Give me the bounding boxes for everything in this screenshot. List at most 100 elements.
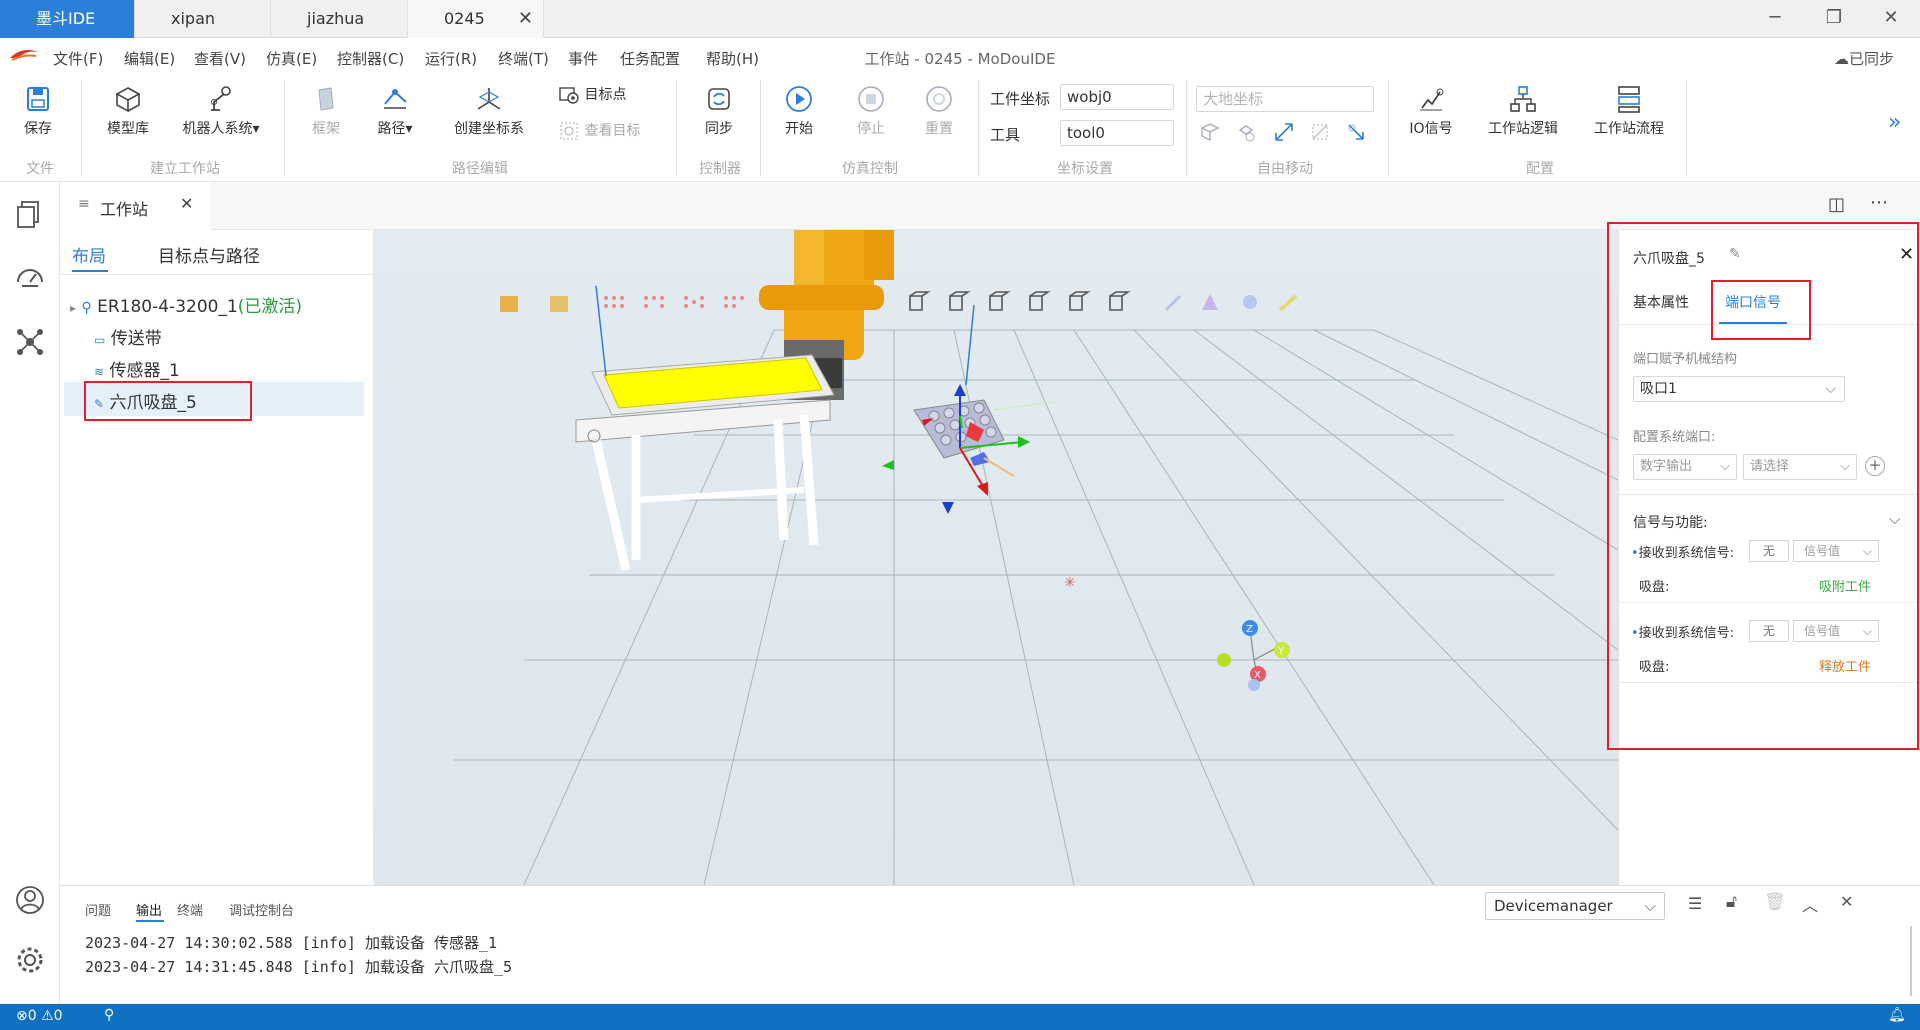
tab-terminal[interactable]: 终端	[177, 900, 203, 919]
plug-icon[interactable]: ⚲	[104, 1007, 114, 1023]
linear-move-icon[interactable]	[1308, 120, 1332, 144]
menu-edit[interactable]: 编辑(E)	[124, 48, 175, 69]
tab-debug-console[interactable]: 调试控制台	[229, 900, 294, 919]
sphere-icon[interactable]	[1243, 295, 1257, 309]
shaded-cube-icon[interactable]	[500, 296, 518, 312]
orientation-gizmo[interactable]: Z Y X	[1217, 620, 1290, 691]
bell-icon[interactable]: 🔔︎	[1888, 1007, 1906, 1023]
group-label-path-edit: 路径编辑	[452, 161, 508, 177]
ground-coordinate-select[interactable]: 大地坐标	[1196, 86, 1374, 112]
target-point-button[interactable]: 目标点	[558, 84, 642, 106]
view-back-icon[interactable]	[949, 291, 971, 311]
measure-icon[interactable]	[1164, 294, 1182, 312]
tab-close-icon[interactable]: ✕	[518, 0, 533, 38]
tree-item-sensor[interactable]: ≋ 传感器_1	[94, 356, 180, 381]
stop-button[interactable]: 停止	[850, 84, 892, 138]
more-options-icon[interactable]: ⋯	[1870, 192, 1888, 213]
menu-view[interactable]: 查看(V)	[194, 48, 246, 69]
panel-close-icon[interactable]: ✕	[180, 194, 193, 213]
solid-cube-icon[interactable]	[550, 296, 568, 312]
workobject-field[interactable]: wobj0	[1060, 84, 1174, 110]
menu-event[interactable]: 事件	[568, 48, 598, 69]
station-flow-button[interactable]: 工作站流程	[1588, 84, 1670, 138]
view-right-icon[interactable]	[1029, 291, 1051, 311]
io-signal-button[interactable]: IO信号	[1404, 84, 1458, 138]
points-icon[interactable]	[604, 296, 624, 308]
robot-system-button[interactable]: 机器人系统▾	[175, 84, 267, 138]
pen-icon[interactable]	[1278, 294, 1298, 312]
menu-help[interactable]: 帮助(H)	[706, 48, 759, 69]
suction-gripper-model[interactable]	[882, 384, 1055, 514]
move-axis-icon[interactable]	[1272, 120, 1296, 144]
close-panel-icon[interactable]: ✕	[1840, 892, 1853, 911]
lock-icon[interactable]: 🔓︎	[1726, 892, 1737, 912]
view-toolbar	[500, 291, 1298, 313]
3d-scene[interactable]: ✳ Z Y X	[374, 230, 1618, 885]
tool-field[interactable]: tool0	[1060, 120, 1174, 146]
sync-button[interactable]: 同步	[697, 84, 741, 138]
io-signal-icon	[1420, 88, 1444, 111]
ribbon-expand-icon[interactable]: »	[1888, 110, 1901, 135]
tree-item-conveyor[interactable]: ▭ 传送带	[94, 324, 162, 349]
tab-0245[interactable]: 0245 ✕	[408, 0, 544, 38]
sync-status[interactable]: ☁已同步	[1834, 48, 1894, 69]
move-object-icon[interactable]	[1198, 120, 1222, 144]
group-label-simulation-control: 仿真控制	[842, 161, 898, 177]
gauge-icon[interactable]	[14, 262, 46, 294]
view-target-button[interactable]: 查看目标	[558, 120, 654, 142]
clear-output-icon[interactable]: 🗑︎	[1764, 892, 1786, 912]
frame-button[interactable]: 框架	[306, 84, 346, 138]
view-front-icon[interactable]	[909, 291, 931, 311]
view-top-icon[interactable]	[1069, 291, 1091, 311]
menu-task-config[interactable]: 任务配置	[620, 48, 680, 69]
create-coordinate-button[interactable]: 创建坐标系	[448, 84, 530, 138]
logic-tree-icon	[1510, 86, 1536, 112]
reset-button[interactable]: 重置	[918, 84, 960, 138]
workobject-label: 工件坐标	[990, 90, 1051, 108]
view-left-icon[interactable]	[989, 291, 1011, 311]
output-channel-select[interactable]: Devicemanager ⌵	[1485, 892, 1665, 920]
points-icon[interactable]	[724, 296, 744, 308]
conveyor-model[interactable]	[575, 354, 835, 572]
tree-item-robot[interactable]: ▸ ⚲ ER180-4-3200_1(已激活)	[70, 292, 302, 317]
subtab-layout[interactable]: 布局	[72, 242, 106, 267]
minimize-icon[interactable]: ─	[1752, 0, 1798, 38]
menu-controller[interactable]: 控制器(C)	[337, 48, 404, 69]
maximize-panel-icon[interactable]: ︿	[1802, 892, 1818, 916]
reorient-icon[interactable]	[1344, 120, 1368, 144]
model-library-button[interactable]: 模型库	[100, 84, 156, 138]
tab-jiazhua[interactable]: jiazhua	[271, 0, 408, 38]
problems-indicator[interactable]: ⊗0 ⚠0	[16, 1008, 63, 1024]
save-button[interactable]: 保存	[18, 84, 58, 138]
menu-file[interactable]: 文件(F)	[53, 48, 103, 69]
path-button[interactable]: 路径▾	[372, 84, 418, 138]
close-icon[interactable]: ✕	[1868, 0, 1914, 38]
tab-modou-ide[interactable]: 墨斗IDE	[0, 0, 135, 38]
points-icon[interactable]	[684, 296, 704, 308]
angle-icon[interactable]	[1202, 294, 1218, 310]
menu-run[interactable]: 运行(R)	[425, 48, 477, 69]
menu-terminal[interactable]: 终端(T)	[498, 48, 549, 69]
filter-lines-icon[interactable]: ☰	[1688, 894, 1702, 913]
points-icon[interactable]	[644, 296, 664, 308]
split-view-icon[interactable]: ◫	[1828, 194, 1845, 215]
network-icon[interactable]	[14, 326, 46, 358]
start-button[interactable]: 开始	[778, 84, 820, 138]
rotate-object-icon[interactable]	[1234, 120, 1258, 144]
station-logic-button[interactable]: 工作站逻辑	[1482, 84, 1564, 138]
cube-icon	[115, 87, 141, 113]
restore-icon[interactable]: ❐	[1811, 0, 1857, 38]
separator	[760, 80, 761, 176]
3d-viewport[interactable]: ✳ Z Y X	[374, 230, 1618, 885]
explorer-icon[interactable]	[14, 198, 46, 230]
tab-xipan[interactable]: xipan	[135, 0, 271, 38]
account-icon[interactable]	[14, 884, 46, 916]
tab-problems[interactable]: 问题	[85, 900, 111, 919]
subtab-targets-paths[interactable]: 目标点与路径	[158, 242, 260, 267]
view-bottom-icon[interactable]	[1109, 291, 1131, 311]
tab-output[interactable]: 输出	[136, 900, 162, 919]
settings-gear-icon[interactable]	[14, 944, 46, 976]
panel-tab-station[interactable]: ≡ 工作站 ✕	[60, 182, 210, 230]
scrollbar[interactable]	[1910, 926, 1912, 996]
menu-simulation[interactable]: 仿真(E)	[266, 48, 317, 69]
